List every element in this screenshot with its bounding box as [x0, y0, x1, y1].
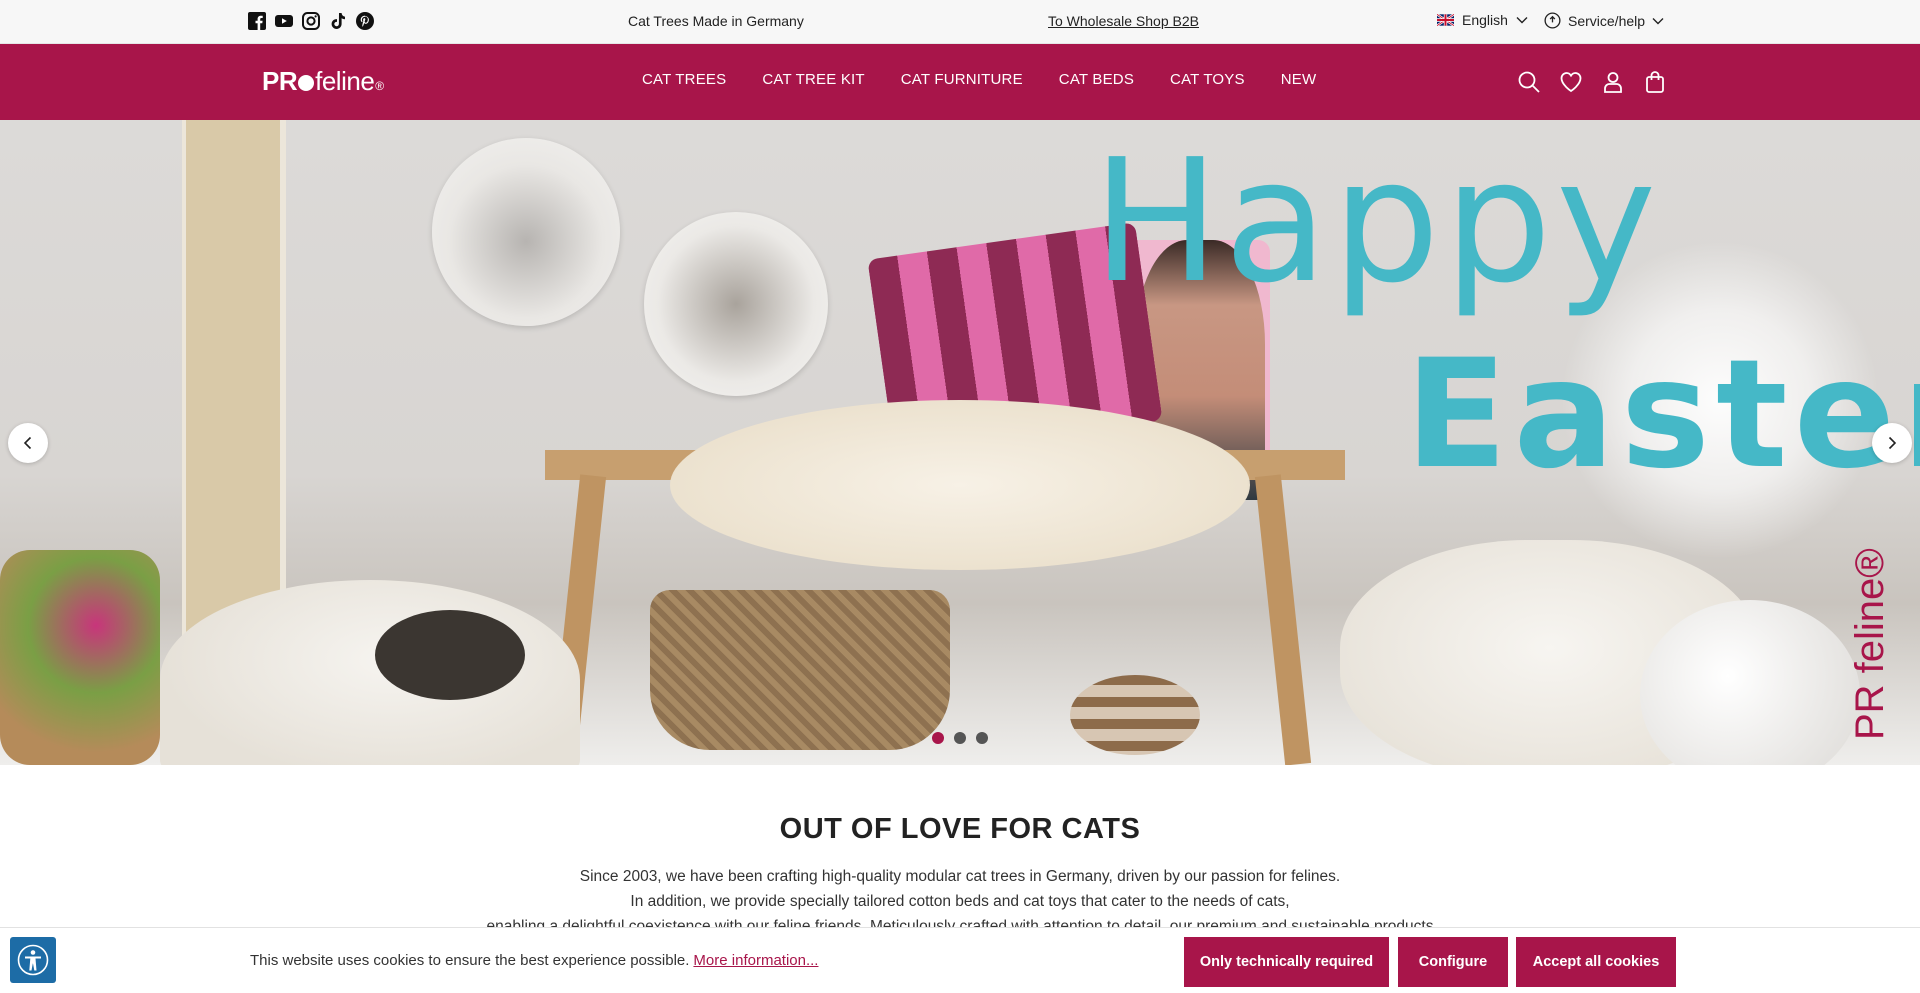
- help-circle-icon: [1544, 12, 1561, 29]
- nav-cat-toys[interactable]: CAT TOYS: [1170, 71, 1245, 88]
- accessibility-icon: [17, 944, 49, 976]
- profeline-logo[interactable]: PR feline ®: [262, 66, 384, 97]
- intro-title-light: OUT OF: [779, 813, 893, 845]
- chevron-right-icon: [1888, 436, 1897, 450]
- wholesale-b2b-link[interactable]: To Wholesale Shop B2B: [1048, 13, 1199, 29]
- intro-title-bold: LOVE FOR CATS: [900, 813, 1141, 845]
- nav-cat-tree-kit[interactable]: CAT TREE KIT: [762, 71, 864, 88]
- main-header: PR feline ® CAT TREES CAT TREE KIT CAT F…: [0, 44, 1920, 120]
- facebook-icon[interactable]: [248, 12, 266, 30]
- account-icon[interactable]: [1601, 70, 1625, 94]
- cookie-more-info-link[interactable]: More information...: [693, 952, 818, 969]
- intro-title: OUT OF LOVE FOR CATS: [0, 813, 1920, 846]
- accept-all-cookies-button[interactable]: Accept all cookies: [1516, 937, 1676, 987]
- uk-flag-icon: [1437, 14, 1454, 26]
- nav-cat-furniture[interactable]: CAT FURNITURE: [901, 71, 1023, 88]
- main-navigation: CAT TREES CAT TREE KIT CAT FURNITURE CAT…: [642, 71, 1316, 88]
- header-actions: [1517, 70, 1667, 94]
- heart-icon[interactable]: [1559, 70, 1583, 94]
- bunny-plate-image: [432, 138, 620, 326]
- tagline: Cat Trees Made in Germany: [628, 13, 804, 29]
- nav-new[interactable]: NEW: [1281, 71, 1317, 88]
- service-help-menu[interactable]: Service/help: [1544, 12, 1664, 29]
- configure-cookies-button[interactable]: Configure: [1398, 937, 1508, 987]
- top-utility-bar: Cat Trees Made in Germany To Wholesale S…: [0, 0, 1920, 44]
- instagram-icon[interactable]: [302, 12, 320, 30]
- language-label: English: [1462, 12, 1508, 28]
- social-links: [248, 12, 374, 30]
- slider-dots: [932, 732, 988, 744]
- slider-dot-1[interactable]: [932, 732, 944, 744]
- slider-prev-button[interactable]: [8, 423, 48, 463]
- help-label: Service/help: [1568, 12, 1646, 29]
- sheepskin-image: [670, 400, 1250, 570]
- bench-leg: [1254, 474, 1312, 765]
- logo-dot: [298, 75, 315, 91]
- flower-basket-image: [0, 550, 160, 765]
- cookie-banner: This website uses cookies to ensure the …: [0, 927, 1920, 993]
- only-required-cookies-button[interactable]: Only technically required: [1184, 937, 1389, 987]
- wicker-basket-image: [650, 590, 950, 750]
- logo-feline: feline: [315, 66, 375, 96]
- cat-in-cave-image: [375, 610, 525, 700]
- tiktok-icon[interactable]: [329, 12, 347, 30]
- hero-headline-happy: Happy: [1092, 123, 1661, 321]
- chevron-left-icon: [23, 436, 32, 450]
- nav-cat-beds[interactable]: CAT BEDS: [1059, 71, 1134, 88]
- bag-icon[interactable]: [1643, 70, 1667, 94]
- hero-logo-watermark: PR feline®: [1848, 548, 1892, 740]
- slider-dot-3[interactable]: [976, 732, 988, 744]
- search-icon[interactable]: [1517, 70, 1541, 94]
- chevron-down-icon: [1516, 17, 1528, 24]
- cookie-message: This website uses cookies to ensure the …: [250, 952, 818, 969]
- intro-line-1: Since 2003, we have been crafting high-q…: [579, 868, 1341, 885]
- cat-toy-tower-image: [1070, 675, 1200, 755]
- accessibility-button[interactable]: [10, 937, 56, 983]
- language-selector[interactable]: English: [1437, 12, 1528, 28]
- pinterest-icon[interactable]: [356, 12, 374, 30]
- youtube-icon[interactable]: [275, 12, 293, 30]
- chevron-down-icon: [1652, 17, 1664, 24]
- hero-slider: Happy Easter PR feline®: [0, 120, 1920, 765]
- logo-pr: PR: [262, 66, 298, 96]
- intro-line-2: In addition, we provide specially tailor…: [630, 893, 1290, 910]
- bunny-plate-image: [644, 212, 828, 396]
- cookie-text: This website uses cookies to ensure the …: [250, 952, 690, 969]
- logo-registered: ®: [375, 79, 384, 93]
- scratching-panel: [182, 120, 286, 640]
- nav-cat-trees[interactable]: CAT TREES: [642, 71, 726, 88]
- hero-headline-easter: Easter: [1405, 328, 1920, 502]
- slider-dot-2[interactable]: [954, 732, 966, 744]
- slider-next-button[interactable]: [1872, 423, 1912, 463]
